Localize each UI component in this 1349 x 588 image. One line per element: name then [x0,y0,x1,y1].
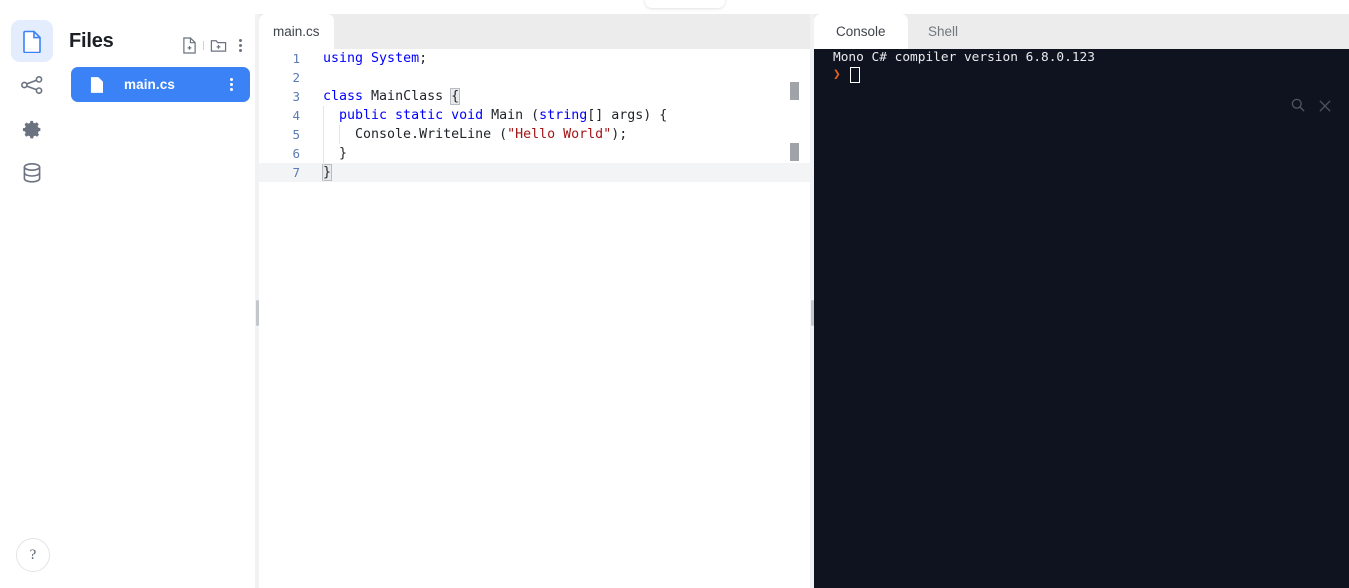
page-title: Files [69,30,114,52]
scroll-marker-2 [790,143,799,161]
sidebar-item-settings[interactable] [11,108,53,150]
help-label: ? [29,546,37,563]
code-token: [] args) { [587,108,668,123]
list-item[interactable]: main.cs [71,67,250,102]
code-token: } [321,164,333,181]
sidebar-item-database[interactable] [11,152,53,194]
code-line[interactable]: 2 [259,68,810,87]
run-button[interactable] [645,0,725,8]
code-line[interactable]: 7} [259,163,810,182]
database-icon [22,162,42,184]
line-number: 4 [292,108,300,123]
line-number: 3 [292,89,300,104]
code-token: string [539,108,588,123]
code-line[interactable]: 5 Console.WriteLine ("Hello World"); [259,125,810,144]
search-icon[interactable] [1291,97,1305,116]
new-folder-icon[interactable] [206,34,230,56]
files-kebab-menu-icon[interactable] [230,34,250,56]
files-panel: Files main.cs [64,14,257,588]
help-button[interactable]: ? [16,538,50,572]
code-token: MainClass [371,89,452,104]
sidebar-item-files[interactable] [11,20,53,62]
code-text: Console.WriteLine ("Hello World"); [323,125,627,144]
sidebar-item-version-control[interactable] [11,64,53,106]
code-line[interactable]: 4 public static void Main (string[] args… [259,106,810,125]
editor-body[interactable]: 1 using System; 2 3 class MainClass {4 publi… [259,49,810,588]
code-token: System [371,51,420,66]
editor-tabbar: main.cs [259,14,810,49]
code-line[interactable]: 6 } [259,144,810,163]
indent-guide [339,125,340,144]
console-output-line: Mono C# compiler version 6.8.0.123 [833,50,1095,65]
indent-guide [323,125,324,144]
file-icon [90,76,103,93]
code-text: } [323,144,347,163]
console-pane: Console Shell Mono C# compiler version 6… [814,14,1349,588]
toolbar-divider [203,40,204,50]
indent-guide [323,163,324,182]
code-token: Console.WriteLine ( [323,127,508,142]
close-icon[interactable] [1319,97,1331,116]
code-token: using [323,51,372,66]
file-icon [22,30,42,53]
gear-icon [22,119,43,140]
code-token: class [323,89,372,104]
code-token: } [323,146,348,161]
scroll-marker-1 [790,82,799,100]
new-file-icon[interactable] [177,34,201,56]
indent-guide [323,106,324,125]
code-area[interactable]: 1 using System; 2 3 class MainClass {4 publi… [259,49,810,588]
console-output[interactable]: Mono C# compiler version 6.8.0.123 ❯ [814,49,1349,588]
file-name-label: main.cs [124,77,175,92]
code-token: ; [419,51,428,66]
console-tools [1291,97,1331,116]
share-nodes-icon [21,76,43,94]
file-kebab-menu-icon[interactable] [221,73,241,95]
code-line[interactable]: 3 class MainClass { [259,87,810,106]
text-cursor [849,66,860,83]
editor-pane: main.cs 1 using System; 2 3 class MainClass … [259,14,810,588]
line-number: 1 [292,51,300,66]
code-text: class MainClass { [323,87,461,106]
ide-window: ? Files main.cs main.cs 1 using System; … [0,0,1349,588]
code-token: Main ( [491,108,540,123]
code-token: ); [611,127,628,142]
code-text: using System; [323,49,427,68]
tab-shell[interactable]: Shell [906,14,980,49]
code-text: public static void Main (string[] args) … [323,106,667,125]
line-number: 6 [292,146,300,161]
line-number: 2 [292,70,300,85]
code-token: public static void [339,108,492,123]
top-toolbar [0,0,1349,14]
icon-rail: ? [0,14,65,588]
code-token: { [450,88,461,105]
console-tabbar: Console Shell [814,14,1349,49]
code-line[interactable]: 1 using System; [259,49,810,68]
code-token: "Hello World" [507,127,612,142]
files-actions [177,34,250,56]
line-number: 7 [292,165,300,180]
line-number: 5 [292,127,300,142]
files-header: Files [64,30,257,64]
console-prompt[interactable]: ❯ [833,66,860,83]
tab-main-cs[interactable]: main.cs [259,14,334,49]
code-text: } [321,163,333,182]
prompt-chevron-icon: ❯ [833,67,841,82]
indent-guide [323,144,324,163]
tab-console[interactable]: Console [814,14,908,49]
